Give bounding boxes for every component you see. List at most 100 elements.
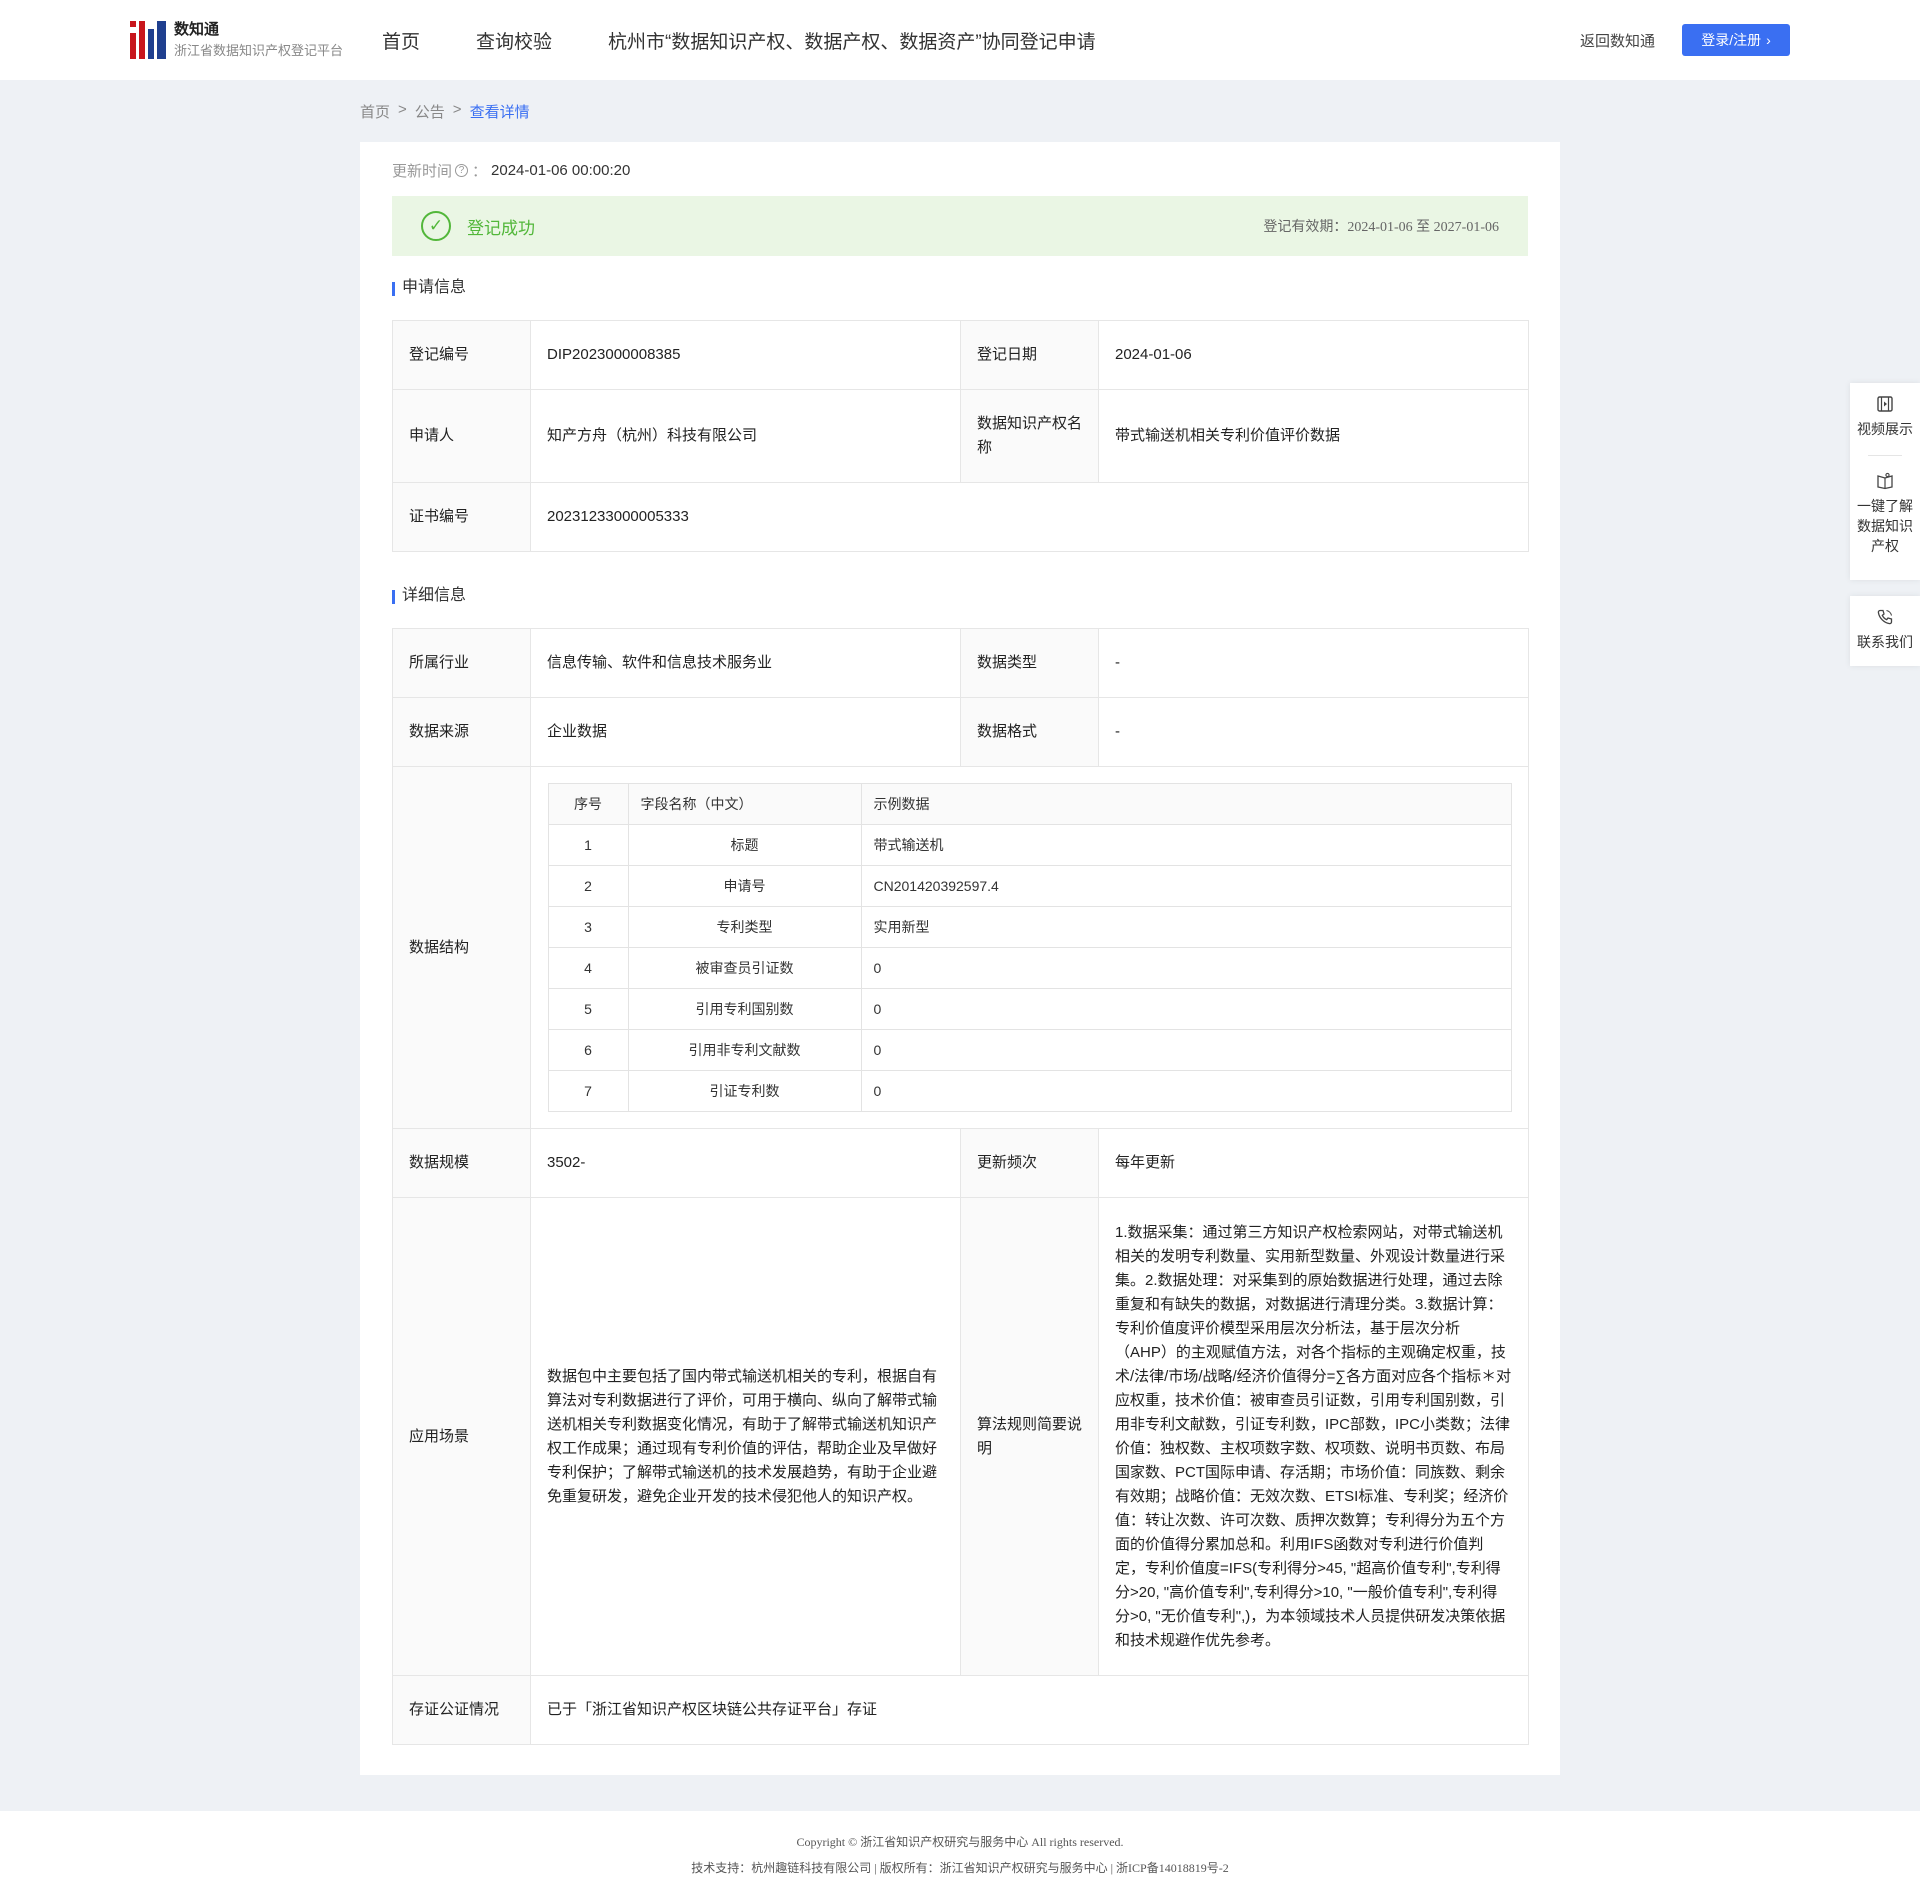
row-index: 3 (547, 906, 629, 948)
video-icon (1877, 396, 1893, 412)
update-time-value: 2024-01-06 00:00:20 (491, 162, 631, 179)
update-time-label: 更新时间 (392, 163, 453, 180)
status-banner: ✓ 登记成功 登记有效期：2024-01-06 至 2027-01-06 (392, 196, 1528, 256)
applicant-value: 知产方舟（杭州）科技有限公司 (530, 389, 961, 483)
structure-row: 4 被审查员引证数 0 (547, 947, 1512, 989)
breadcrumb-current: 查看详情 (469, 104, 530, 121)
page-footer: Copyright © 浙江省知识产权研究与服务中心 All rights re… (0, 1811, 1920, 1898)
reg-no-value: DIP2023000008385 (530, 320, 961, 390)
table-row: 应用场景 数据包中主要包括了国内带式输送机相关的专利，根据自有算法对专利数据进行… (392, 1197, 1529, 1676)
algorithm-value: 1.数据采集：通过第三方知识产权检索网站，对带式输送机相关的发明专利数量、实用新… (1098, 1197, 1529, 1676)
nav-hangzhou-registration[interactable]: 杭州市“数据知识产权、数据产权、数据资产”协同登记申请 (608, 27, 1096, 54)
header-field-name: 字段名称（中文） (627, 783, 862, 825)
structure-row: 6 引用非专利文献数 0 (547, 1029, 1512, 1071)
data-type-label: 数据类型 (960, 628, 1099, 698)
header-index: 序号 (547, 783, 629, 825)
structure-row: 7 引证专利数 0 (547, 1070, 1512, 1112)
structure-row: 1 标题 带式输送机 (547, 824, 1512, 866)
back-to-shuzhitong-link[interactable]: 返回数知通 (1580, 30, 1655, 51)
footer-copyright: Copyright © 浙江省知识产权研究与服务中心 All rights re… (796, 1835, 1124, 1849)
site-logo[interactable]: 数知通 浙江省数据知识产权登记平台 (130, 20, 343, 60)
table-row: 数据结构 序号 字段名称（中文） 示例数据 1 标题 带式输送机 2 申请号 C… (392, 766, 1529, 1129)
table-row: 存证公证情况 已于「浙江省知识产权区块链公共存证平台」存证 (392, 1675, 1529, 1745)
divider (1868, 455, 1902, 456)
validity-period: 登记有效期：2024-01-06 至 2027-01-06 (1263, 220, 1499, 235)
reg-date-value: 2024-01-06 (1098, 320, 1529, 390)
notary-label: 存证公证情况 (392, 1675, 531, 1745)
row-sample-data: CN201420392597.4 (860, 865, 1512, 907)
row-index: 1 (547, 824, 629, 866)
table-row: 登记编号 DIP2023000008385 登记日期 2024-01-06 (392, 320, 1529, 390)
row-sample-data: 0 (860, 947, 1512, 989)
side-toolbar-top: 视频展示 一键了解数据知识产权 (1850, 383, 1920, 580)
structure-header-row: 序号 字段名称（中文） 示例数据 (547, 783, 1512, 825)
table-row: 数据来源 企业数据 数据格式 - (392, 697, 1529, 767)
row-field-name: 专利类型 (627, 906, 862, 948)
row-field-name: 标题 (627, 824, 862, 866)
structure-row: 3 专利类型 实用新型 (547, 906, 1512, 948)
login-register-label: 登录/注册 (1701, 32, 1762, 48)
row-field-name: 引用专利国别数 (627, 988, 862, 1030)
row-sample-data: 0 (860, 988, 1512, 1030)
format-label: 数据格式 (960, 697, 1099, 767)
cert-no-value: 20231233000005333 (530, 482, 1529, 552)
industry-value: 信息传输、软件和信息技术服务业 (530, 628, 961, 698)
breadcrumb-home[interactable]: 首页 (360, 101, 390, 122)
row-index: 4 (547, 947, 629, 989)
detail-card: 更新时间 ? ： 2024-01-06 00:00:20 ✓ 登记成功 登记有效… (360, 142, 1560, 1775)
nav-home[interactable]: 首页 (382, 27, 420, 54)
logo-title: 数知通 (174, 21, 220, 38)
table-row: 申请人 知产方舟（杭州）科技有限公司 数据知识产权名称 带式输送机相关专利价值评… (392, 389, 1529, 483)
video-show-button[interactable]: 视频展示 (1850, 383, 1920, 439)
nav-query-verify[interactable]: 查询校验 (476, 27, 552, 54)
row-sample-data: 0 (860, 1070, 1512, 1112)
cert-no-label: 证书编号 (392, 482, 531, 552)
structure-label: 数据结构 (392, 766, 531, 1129)
section-title-detail: 详细信息 (392, 586, 466, 606)
data-type-value: - (1098, 628, 1529, 698)
notary-value: 已于「浙江省知识产权区块链公共存证平台」存证 (530, 1675, 1529, 1745)
breadcrumb-notice[interactable]: 公告 (415, 101, 445, 122)
structure-row: 2 申请号 CN201420392597.4 (547, 865, 1512, 907)
main-nav: 首页 查询校验 杭州市“数据知识产权、数据产权、数据资产”协同登记申请 (382, 0, 1152, 80)
frequency-value: 每年更新 (1098, 1128, 1529, 1198)
breadcrumb-separator: > (398, 101, 407, 118)
login-register-button[interactable]: 登录/注册 › (1682, 24, 1790, 56)
learn-data-ip-label: 一键了解数据知识产权 (1857, 498, 1913, 554)
breadcrumb: 首页 > 公告 > 查看详情 (360, 101, 530, 122)
row-sample-data: 带式输送机 (860, 824, 1512, 866)
structure-row: 5 引用专利国别数 0 (547, 988, 1512, 1030)
breadcrumb-separator: > (452, 101, 462, 118)
algorithm-label: 算法规则简要说明 (960, 1197, 1099, 1676)
scenario-value: 数据包中主要包括了国内带式输送机相关的专利，根据自有算法对专利数据进行了评价，可… (530, 1197, 961, 1676)
ip-name-value: 带式输送机相关专利价值评价数据 (1098, 389, 1529, 483)
question-icon[interactable]: ? (455, 164, 469, 177)
row-index: 2 (547, 865, 629, 907)
row-index: 5 (547, 988, 629, 1030)
reg-date-label: 登记日期 (960, 320, 1099, 390)
detail-info-table: 所属行业 信息传输、软件和信息技术服务业 数据类型 - 数据来源 企业数据 数据… (392, 628, 1529, 1745)
update-time-row: 更新时间 ? ： 2024-01-06 00:00:20 (392, 162, 631, 180)
row-index: 6 (547, 1029, 629, 1071)
row-field-name: 被审查员引证数 (627, 947, 862, 989)
ip-name-label: 数据知识产权名称 (960, 389, 1099, 483)
side-toolbar-bottom: 联系我们 (1850, 596, 1920, 666)
application-info-table: 登记编号 DIP2023000008385 登记日期 2024-01-06 申请… (392, 320, 1529, 552)
applicant-label: 申请人 (392, 389, 531, 483)
table-row: 所属行业 信息传输、软件和信息技术服务业 数据类型 - (392, 628, 1529, 698)
book-icon (1877, 472, 1893, 490)
row-index: 7 (547, 1070, 629, 1112)
header-sample-data: 示例数据 (860, 783, 1512, 825)
check-circle-icon: ✓ (421, 211, 451, 241)
scale-label: 数据规模 (392, 1128, 531, 1198)
format-value: - (1098, 697, 1529, 767)
phone-icon (1877, 609, 1893, 625)
footer-support: 技术支持：杭州趣链科技有限公司 | 版权所有：浙江省知识产权研究与服务中心 | … (691, 1861, 1229, 1875)
source-value: 企业数据 (530, 697, 961, 767)
source-label: 数据来源 (392, 697, 531, 767)
contact-us-button[interactable]: 联系我们 (1850, 596, 1920, 652)
learn-data-ip-button[interactable]: 一键了解数据知识产权 (1850, 472, 1920, 556)
row-field-name: 引用非专利文献数 (627, 1029, 862, 1071)
video-show-label: 视频展示 (1857, 421, 1913, 437)
scenario-label: 应用场景 (392, 1197, 531, 1676)
